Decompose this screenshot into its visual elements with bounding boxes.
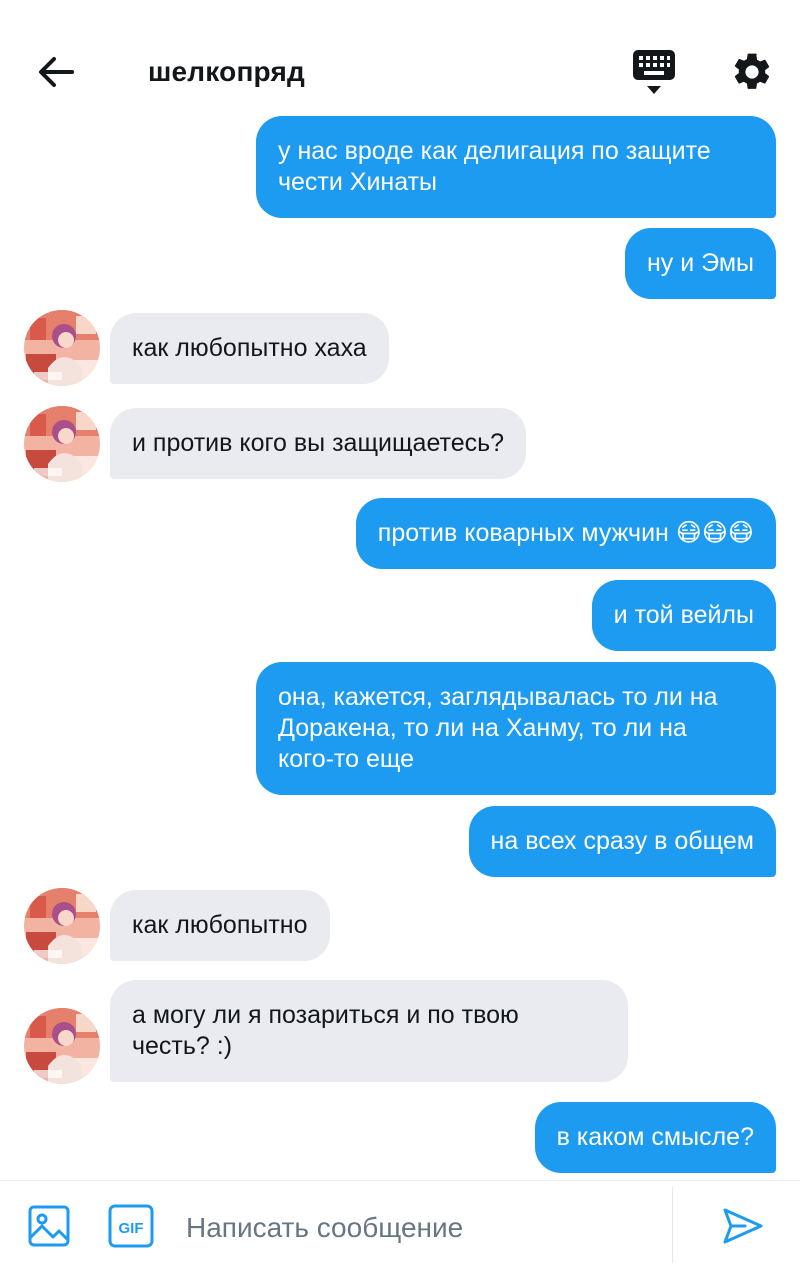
message-bubble-outgoing[interactable]: против коварных мужчин 😷😷😷 <box>355 498 776 569</box>
message-text: против коварных мужчин 😷😷😷 <box>377 519 754 547</box>
send-button[interactable] <box>718 1201 768 1251</box>
add-gif-button[interactable]: GIF <box>106 1201 156 1251</box>
message-text: как любопытно хаха <box>132 334 367 362</box>
message-text: Доракена, то ли на Ханму, то ли на <box>278 714 687 742</box>
gif-label: GIF <box>119 1220 144 1237</box>
avatar-image <box>24 406 100 482</box>
avatar[interactable] <box>24 406 100 482</box>
avatar-image <box>24 310 100 386</box>
message-bubble-incoming[interactable]: как любопытно <box>110 890 330 961</box>
keyboard-button[interactable] <box>626 46 682 98</box>
settings-button[interactable] <box>724 46 780 98</box>
message-text: ну и Эмы <box>646 249 754 277</box>
avatar[interactable] <box>24 1008 100 1084</box>
message-text: она, кажется, заглядывалась то ли на <box>278 683 718 711</box>
conversation-title: шелкопряд <box>148 56 306 87</box>
message-bubble-outgoing[interactable]: у нас вроде как делигация по защите чести… <box>256 116 776 218</box>
send-icon <box>723 1208 763 1244</box>
message-text: честь? :) <box>132 1032 233 1060</box>
chat-header: шелкопряд <box>0 0 800 110</box>
message-bubble-incoming[interactable]: и против кого вы защищаетесь? <box>110 408 527 479</box>
message-bubble-outgoing[interactable]: на всех сразу в общем <box>468 806 776 877</box>
add-image-button[interactable] <box>24 1201 74 1251</box>
arrow-left-icon <box>39 57 74 87</box>
message-bubble-outgoing[interactable]: и той вейлы <box>591 580 776 651</box>
message-text: кого-то еще <box>278 745 415 773</box>
message-bubble-incoming[interactable]: а могу ли я позариться и по твою честь? :… <box>110 980 628 1082</box>
message-composer: GIF <box>0 1180 800 1280</box>
avatar-image <box>24 888 100 964</box>
message-bubble-incoming[interactable]: как любопытно хаха <box>110 313 389 384</box>
message-bubble-outgoing[interactable]: ну и Эмы <box>624 228 776 299</box>
avatar-image <box>24 1008 100 1084</box>
message-text: как любопытно <box>132 911 308 939</box>
message-input[interactable] <box>186 1203 656 1253</box>
message-bubble-outgoing[interactable]: в каком смысле? <box>534 1102 776 1173</box>
back-button[interactable] <box>30 50 82 94</box>
message-text: на всех сразу в общем <box>490 827 754 855</box>
message-text: и той вейлы <box>613 601 754 629</box>
message-bubble-outgoing[interactable]: она, кажется, заглядывалась то ли на Дора… <box>256 662 776 795</box>
message-text: чести Хинаты <box>278 168 438 196</box>
image-icon <box>28 1205 70 1247</box>
message-text: и против кого вы защищаетесь? <box>132 429 505 457</box>
composer-divider <box>672 1187 673 1263</box>
message-text: у нас вроде как делигация по защите <box>278 137 711 165</box>
avatar[interactable] <box>24 888 100 964</box>
avatar[interactable] <box>24 310 100 386</box>
gear-icon <box>734 53 770 89</box>
keyboard-icon <box>633 50 675 94</box>
message-text: в каком смысле? <box>556 1123 754 1151</box>
gif-icon: GIF <box>108 1204 154 1248</box>
message-text: а могу ли я позариться и по твою <box>132 1001 519 1029</box>
